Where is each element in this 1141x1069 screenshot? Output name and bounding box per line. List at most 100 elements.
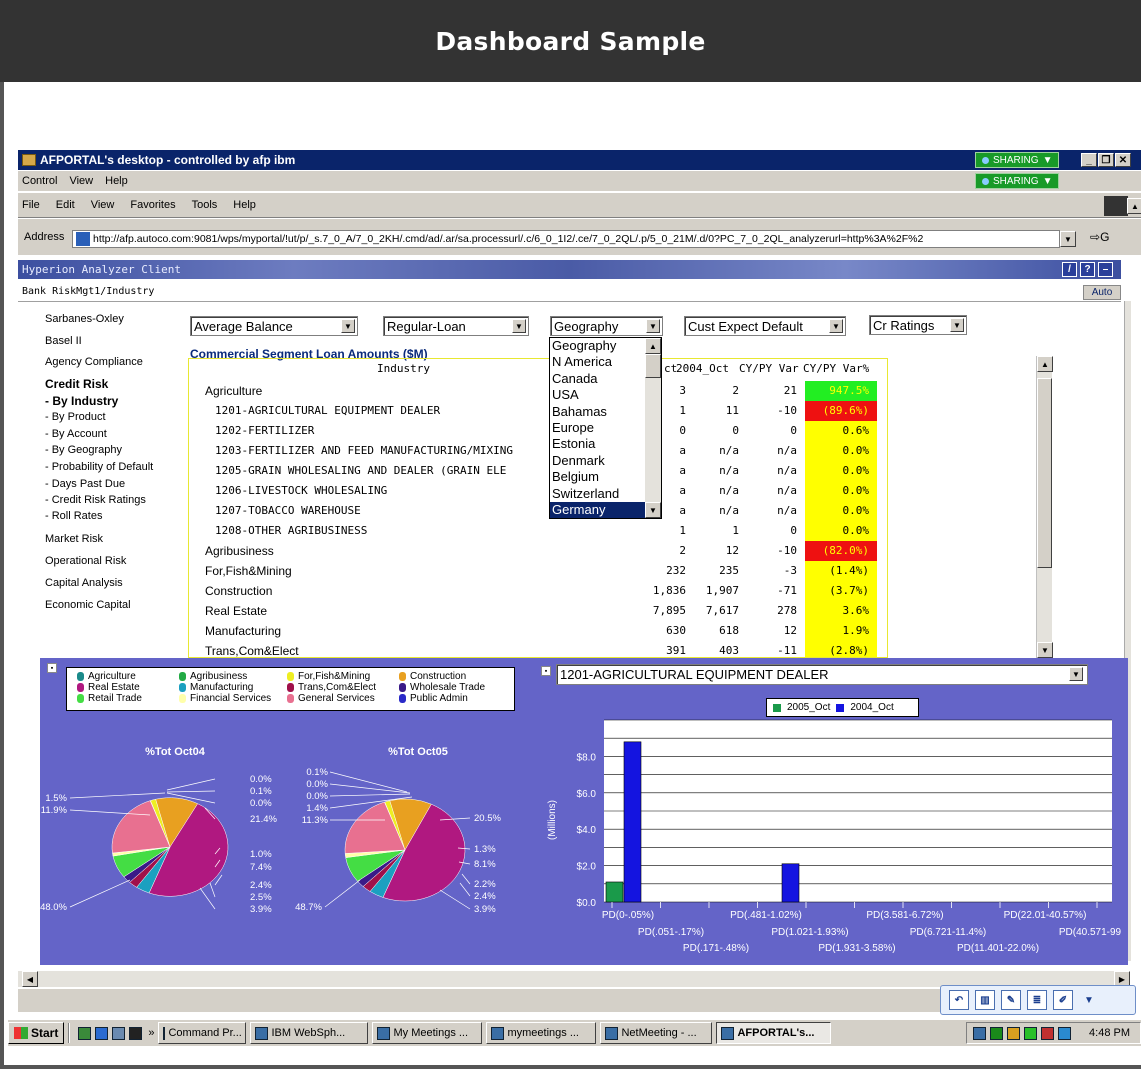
y-tick-label: $4.0 xyxy=(577,825,597,836)
pie-label: 2.5% xyxy=(250,892,272,903)
chevron-down-icon[interactable]: ▼ xyxy=(1079,990,1099,1010)
pie-label: 0.0% xyxy=(306,791,328,802)
y-tick-label: $8.0 xyxy=(577,752,597,763)
pie-label: 1.4% xyxy=(306,803,328,814)
pie-leader-line xyxy=(324,879,361,908)
pie-leader-line xyxy=(69,879,131,908)
pie-leader-line xyxy=(461,873,471,885)
messenger-icon[interactable] xyxy=(1024,1026,1038,1040)
task-icon xyxy=(255,1026,269,1040)
y-tick-label: $6.0 xyxy=(577,789,597,800)
pie-label: 8.1% xyxy=(474,859,496,870)
pie-leader-line xyxy=(166,778,216,791)
scroll-left-button[interactable]: ◀ xyxy=(22,971,38,987)
clock: 4:48 PM xyxy=(1089,1027,1130,1039)
scroll-down-button[interactable]: ▼ xyxy=(645,502,661,518)
pie-label: 3.9% xyxy=(250,904,272,915)
list-icon[interactable]: ≣ xyxy=(1027,990,1047,1010)
x-tick-label: PD(1.931-3.58%) xyxy=(818,943,895,954)
pie-label: 3.9% xyxy=(474,904,496,915)
pen-tray-icon[interactable] xyxy=(1007,1026,1021,1040)
pie-leader-line xyxy=(69,792,166,799)
scroll-up-button[interactable]: ▲ xyxy=(645,338,661,354)
task-label: Command Pr... xyxy=(168,1027,242,1039)
windows-logo-icon xyxy=(14,1027,28,1039)
pie-label: 0.0% xyxy=(250,798,272,809)
ie-icon[interactable] xyxy=(95,1026,109,1040)
pen-icon[interactable]: ✐ xyxy=(1053,990,1073,1010)
globe-icon[interactable] xyxy=(1058,1026,1072,1040)
pie-label: 2.4% xyxy=(474,891,496,902)
pie-label: 48.0% xyxy=(40,902,67,913)
x-tick-label: PD(3.581-6.72%) xyxy=(866,910,943,921)
x-tick-label: PD(.171-.48%) xyxy=(683,943,749,954)
pie-leader-line xyxy=(459,882,471,897)
taskbar-task[interactable]: mymeetings ... xyxy=(486,1022,597,1044)
task-label: AFPORTAL's... xyxy=(737,1027,815,1039)
pie-label: 7.4% xyxy=(250,862,272,873)
pie-label: 1.0% xyxy=(250,849,272,860)
search-icon[interactable] xyxy=(112,1026,126,1040)
pie-leader-line xyxy=(329,771,408,793)
pie-label: 1.3% xyxy=(474,844,496,855)
pie-title: %Tot Oct05 xyxy=(388,746,448,758)
pie-leader-line xyxy=(209,882,216,898)
charts-canvas: %Tot Oct040.0%0.1%0.0%21.4%1.0%7.4%2.4%2… xyxy=(40,719,1122,954)
pie-leader-line xyxy=(439,889,471,910)
pie-label: 2.4% xyxy=(250,880,272,891)
chart-icon[interactable]: ▥ xyxy=(975,990,995,1010)
taskbar-task[interactable]: IBM WebSph... xyxy=(250,1022,369,1044)
geo-scrollbar[interactable]: ▲ ▼ xyxy=(645,338,661,518)
x-tick-label: PD(40.571-99 xyxy=(1059,927,1122,938)
y-tick-label: $2.0 xyxy=(577,862,597,873)
task-icon xyxy=(721,1026,735,1040)
task-icon xyxy=(163,1026,166,1040)
task-label: mymeetings ... xyxy=(507,1027,579,1039)
geography-option[interactable]: Germany xyxy=(550,501,645,519)
terminal-icon[interactable] xyxy=(129,1026,143,1040)
pie-leader-line xyxy=(166,790,216,793)
scroll-thumb[interactable] xyxy=(645,354,661,378)
taskbar-task[interactable]: Command Pr... xyxy=(158,1022,247,1044)
pie-label: 11.3% xyxy=(302,815,329,826)
pie-label: 0.0% xyxy=(250,774,272,785)
bar-2004_Oct xyxy=(623,741,642,903)
pie-label: 0.1% xyxy=(250,786,272,797)
start-button[interactable]: Start xyxy=(8,1022,65,1044)
pie-label: 48.7% xyxy=(295,902,322,913)
undo-icon[interactable]: ↶ xyxy=(949,990,969,1010)
comment-icon[interactable]: ✎ xyxy=(1001,990,1021,1010)
y-tick-label: $0.0 xyxy=(577,898,597,909)
x-tick-label: PD(11.401-22.0%) xyxy=(957,943,1039,954)
task-label: My Meetings ... xyxy=(393,1027,469,1039)
geography-listbox[interactable]: Geography N America Canada USA Bahamas Europe… xyxy=(549,337,662,519)
pie-label: 0.0% xyxy=(306,779,328,790)
pie-label: 21.4% xyxy=(250,814,277,825)
task-label: IBM WebSph... xyxy=(271,1027,346,1039)
pie-label: 20.5% xyxy=(474,813,501,824)
x-tick-label: PD(0-.05%) xyxy=(602,910,654,921)
taskbar-task[interactable]: My Meetings ... xyxy=(372,1022,483,1044)
x-tick-label: PD(22.01-40.57%) xyxy=(1004,910,1087,921)
network-icon[interactable] xyxy=(973,1026,987,1040)
tray-app-icon[interactable] xyxy=(1041,1026,1055,1040)
language-bar: ↶ ▥ ✎ ≣ ✐ ▼ xyxy=(940,985,1136,1015)
x-tick-label: PD(1.021-1.93%) xyxy=(771,927,848,938)
bar-2004_Oct xyxy=(781,863,800,903)
task-icon xyxy=(605,1026,619,1040)
x-tick-label: PD(.051-.17%) xyxy=(638,927,704,938)
pie-title: %Tot Oct04 xyxy=(145,746,206,758)
pie-label: 0.1% xyxy=(306,767,328,778)
pie-leader-line xyxy=(329,783,411,794)
desktop-icon[interactable] xyxy=(78,1026,92,1040)
y-axis-label: (Millions) xyxy=(547,800,558,840)
antivirus-icon[interactable] xyxy=(990,1026,1004,1040)
taskbar-task[interactable]: NetMeeting - ... xyxy=(600,1022,713,1044)
taskbar-task[interactable]: AFPORTAL's... xyxy=(716,1022,832,1044)
x-tick-label: PD(.481-1.02%) xyxy=(730,910,802,921)
pie-label: 11.9% xyxy=(41,805,68,816)
pie-leader-line xyxy=(329,793,411,797)
divider xyxy=(68,1023,71,1043)
pie-label: 1.5% xyxy=(45,793,67,804)
x-tick-label: PD(6.721-11.4%) xyxy=(910,927,987,938)
